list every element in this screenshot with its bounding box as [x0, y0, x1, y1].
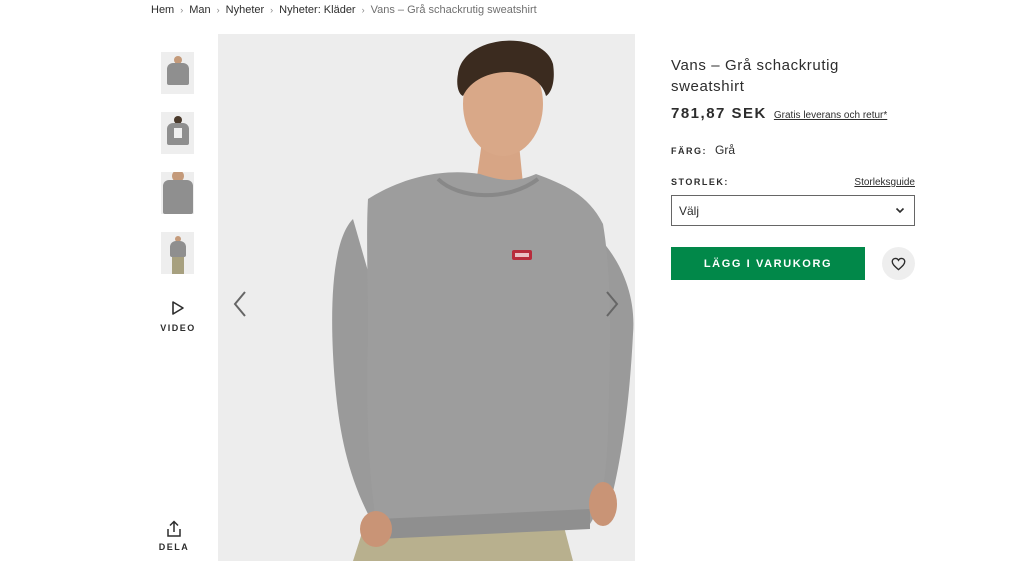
cart-row: LÄGG I VARUKORG: [671, 247, 915, 280]
thumbnail-model-sweatshirt: [163, 180, 193, 214]
thumbnail-model-sweatshirt: [167, 63, 189, 85]
breadcrumb-nyheter-klader[interactable]: Nyheter: Kläder: [279, 4, 355, 16]
breadcrumb-separator: ›: [180, 5, 184, 15]
free-delivery-link[interactable]: Gratis leverans och retur*: [774, 110, 887, 121]
thumbnail-list: [161, 52, 195, 292]
size-select-value: Välj: [679, 203, 700, 218]
product-title: Vans – Grå schackrutig sweatshirt: [671, 57, 839, 95]
thumbnail-back[interactable]: [161, 112, 194, 154]
chevron-right-icon[interactable]: [604, 290, 620, 318]
thumbnail-back-print: [174, 128, 182, 138]
share-icon: [167, 520, 181, 537]
video-label: VIDEO: [160, 323, 196, 333]
breadcrumb-man[interactable]: Man: [189, 4, 210, 16]
product-price: 781,87 SEK: [671, 105, 767, 122]
product-photo-model: [218, 34, 635, 561]
product-main-image: [218, 34, 635, 561]
size-guide-link[interactable]: Storleksguide: [854, 177, 915, 188]
price-row: 781,87 SEK Gratis leverans och retur*: [671, 105, 915, 122]
save-for-later-button[interactable]: [882, 247, 915, 280]
thumbnail-model-sweatshirt: [170, 241, 186, 257]
play-icon: [172, 301, 184, 315]
chevron-down-icon: [895, 207, 905, 214]
chevron-left-icon[interactable]: [232, 290, 248, 318]
breadcrumb-nyheter[interactable]: Nyheter: [226, 4, 265, 16]
breadcrumb-separator: ›: [361, 5, 365, 15]
breadcrumb-separator: ›: [216, 5, 220, 15]
video-button[interactable]: VIDEO: [160, 300, 196, 333]
color-row: FÄRG: Grå: [671, 143, 915, 157]
breadcrumb-separator: ›: [270, 5, 274, 15]
breadcrumb: Hem › Man › Nyheter › Nyheter: Kläder › …: [151, 4, 537, 16]
product-info: Vans – Grå schackrutig sweatshirt 781,87…: [671, 55, 915, 280]
heart-icon: [891, 257, 906, 271]
thumbnail-model-trousers: [172, 257, 184, 274]
size-select[interactable]: Välj: [671, 195, 915, 226]
breadcrumb-home[interactable]: Hem: [151, 4, 174, 16]
size-row: STORLEK: Storleksguide: [671, 177, 915, 188]
color-label: FÄRG:: [671, 146, 707, 156]
color-value: Grå: [715, 143, 736, 157]
share-label: DELA: [158, 542, 190, 552]
share-button[interactable]: DELA: [158, 520, 190, 552]
thumbnail-front[interactable]: [161, 52, 194, 94]
add-to-cart-button[interactable]: LÄGG I VARUKORG: [671, 247, 865, 280]
thumbnail-full-body[interactable]: [161, 232, 194, 274]
size-label: STORLEK:: [671, 177, 729, 187]
breadcrumb-current-product: Vans – Grå schackrutig sweatshirt: [370, 4, 537, 16]
thumbnail-closeup[interactable]: [161, 172, 194, 214]
